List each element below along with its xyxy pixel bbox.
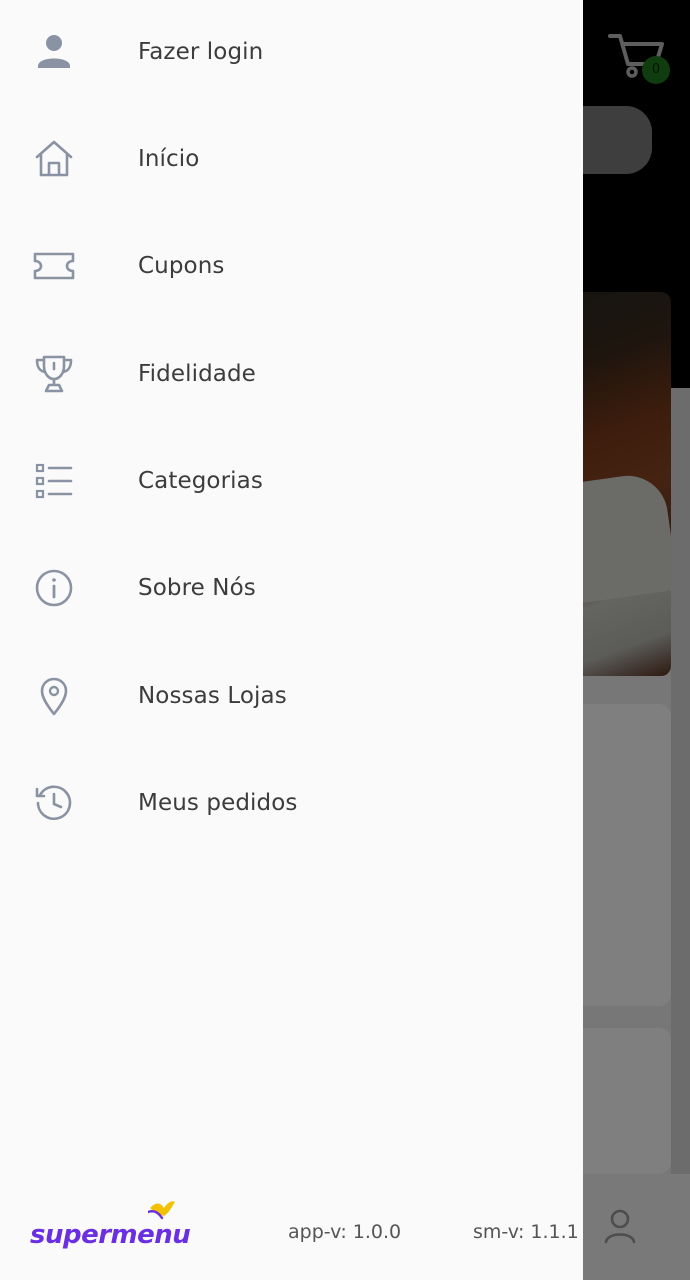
brand-name: supermenu [30, 1220, 191, 1250]
ticket-icon [30, 242, 78, 290]
menu-item-home[interactable]: Início [0, 105, 583, 212]
menu-item-about[interactable]: Sobre Nós [0, 534, 583, 641]
menu-item-label: Cupons [138, 252, 225, 279]
info-icon [30, 564, 78, 612]
home-icon [30, 135, 78, 183]
navigation-drawer: Fazer login Início Cupons Fidelidade Cat… [0, 0, 583, 1280]
menu-item-login[interactable]: Fazer login [0, 0, 583, 105]
menu-item-label: Fazer login [138, 38, 264, 65]
location-pin-icon [30, 672, 78, 720]
brand-mark-icon [148, 1201, 175, 1220]
menu-item-label: Fidelidade [138, 360, 256, 387]
menu-item-label: Nossas Lojas [138, 682, 287, 709]
menu-item-orders[interactable]: Meus pedidos [0, 749, 583, 856]
menu-item-loyalty[interactable]: Fidelidade [0, 320, 583, 427]
menu-item-label: Categorias [138, 467, 263, 494]
trophy-icon [30, 350, 78, 398]
sm-version: sm-v: 1.1.1 [473, 1221, 579, 1243]
menu-item-coupons[interactable]: Cupons [0, 212, 583, 319]
menu-item-label: Meus pedidos [138, 789, 298, 816]
menu-item-label: Sobre Nós [138, 574, 256, 601]
history-icon [30, 779, 78, 827]
menu-item-categories[interactable]: Categorias [0, 427, 583, 534]
user-icon [30, 28, 78, 76]
app-version: app-v: 1.0.0 [288, 1221, 402, 1243]
drawer-footer: supermenu app-v: 1.0.0 sm-v: 1.1.1 [0, 1196, 583, 1266]
menu-item-stores[interactable]: Nossas Lojas [0, 642, 583, 749]
menu-item-label: Início [138, 145, 200, 172]
list-icon [30, 457, 78, 505]
